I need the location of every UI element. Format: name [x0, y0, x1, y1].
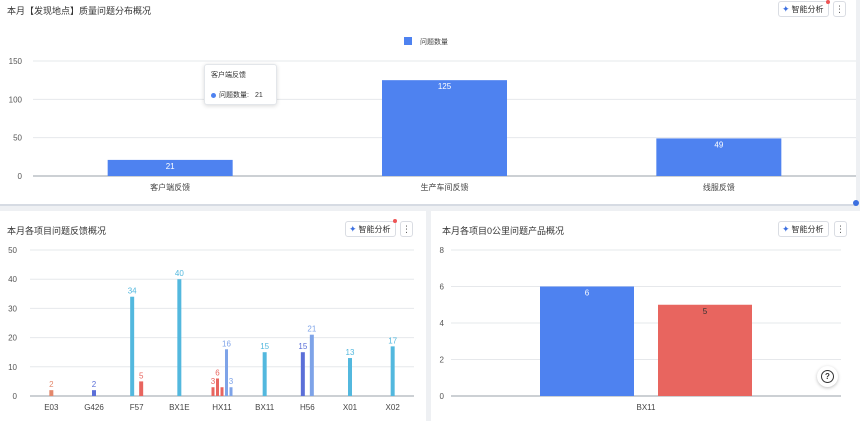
- bar-value-label: 2: [92, 380, 97, 389]
- bar-value-label: 15: [260, 342, 269, 351]
- legend-label: 问题数量: [420, 37, 448, 46]
- y-tick-label: 20: [8, 334, 17, 343]
- x-tick-label: H56: [300, 403, 315, 412]
- bar: [300, 352, 305, 396]
- zero-km-bar-chart: 0 2 4 6 8 6 5 BX11: [440, 246, 841, 412]
- x-tick-label: 生产车间反馈: [421, 182, 469, 192]
- x-tick-label: BX11: [637, 403, 657, 412]
- x-tick-label: HX11: [212, 403, 232, 412]
- bar: [390, 346, 395, 396]
- bar-value-label: 21: [166, 162, 175, 171]
- bar: [382, 80, 507, 176]
- y-tick-label: 6: [440, 283, 445, 292]
- bar-value-label: 49: [714, 140, 723, 149]
- y-tick-label: 50: [13, 134, 22, 143]
- bar-value-label: 34: [128, 287, 137, 296]
- x-tick-label: E03: [44, 403, 59, 412]
- x-tick-label: BX11: [255, 403, 275, 412]
- y-tick-label: 30: [8, 304, 17, 313]
- bar: [92, 390, 96, 396]
- bar: [216, 378, 219, 396]
- quality-location-panel: 本月【发现地点】质量问题分布概况 ✦ 智能分析 ⋮ 0 50 100 150 问题数量 2…: [0, 0, 856, 206]
- bar: [225, 349, 228, 396]
- quality-location-bar-chart: 0 50 100 150 问题数量 21 客户端反馈 125 生产车间反馈 49 线服反馈: [9, 37, 856, 192]
- bar: [309, 334, 314, 396]
- y-tick-label: 0: [13, 392, 18, 401]
- x-tick-label: X01: [343, 403, 358, 412]
- bar: [177, 279, 182, 396]
- y-tick-label: 0: [440, 392, 445, 401]
- bar-value-label: 5: [703, 307, 708, 316]
- x-tick-label: G426: [84, 403, 104, 412]
- y-tick-label: 0: [18, 172, 23, 181]
- bar: [229, 387, 233, 396]
- zero-km-panel: 本月各项目0公里问题产品概况 ✦ 智能分析 ⋮ 0 2 4 6 8 6 5 BX11: [431, 211, 860, 421]
- tooltip-value: 21: [254, 91, 263, 99]
- bar-value-label: 40: [175, 269, 184, 278]
- y-tick-label: 150: [9, 57, 23, 66]
- bar-value-label: 5: [139, 371, 144, 380]
- bar: [658, 304, 752, 396]
- bar-value-label: 6: [585, 289, 590, 298]
- bar-value-label: 17: [388, 336, 397, 345]
- y-tick-label: 4: [440, 319, 445, 328]
- legend-swatch: [404, 37, 412, 45]
- y-tick-label: 100: [9, 95, 23, 104]
- y-tick-label: 50: [8, 246, 17, 255]
- x-tick-label: X02: [386, 403, 401, 412]
- bar-value-label: 3: [229, 377, 234, 386]
- bar: [540, 286, 634, 396]
- x-tick-label: BX1E: [169, 403, 189, 412]
- y-tick-label: 10: [8, 363, 17, 372]
- bar: [139, 381, 144, 396]
- question-icon: ?: [821, 370, 834, 383]
- bar-value-label: 2: [49, 380, 54, 389]
- x-tick-label: F57: [130, 403, 144, 412]
- bar-value-label: 15: [298, 342, 307, 351]
- bar-value-label: 13: [346, 348, 355, 357]
- tooltip-label: 问题数量:: [219, 92, 249, 99]
- tooltip-title: 客户端反馈: [211, 72, 246, 79]
- y-tick-label: 40: [8, 275, 17, 284]
- bar: [130, 296, 135, 396]
- y-tick-label: 2: [440, 356, 445, 365]
- tooltip-series-dot: [211, 92, 216, 98]
- bar-value-label: 6: [215, 368, 220, 377]
- bar: [211, 387, 215, 396]
- resize-handle[interactable]: [853, 200, 859, 206]
- bar-value-label: 21: [307, 325, 316, 334]
- project-feedback-bar-chart: 0 10 20 30 40 50 E03 2 G426 2 F57 34 5 BX1E 40 HX11 36 16…: [8, 246, 414, 412]
- x-tick-label: 客户端反馈: [150, 182, 190, 192]
- bar: [348, 358, 352, 396]
- project-feedback-panel: 本月各项目问题反馈概况 ✦ 智能分析 ⋮ 0 10 20 30 40 50 E03 2 G426…: [0, 211, 426, 421]
- bar-value-label: 16: [222, 339, 231, 348]
- x-tick-label: 线服反馈: [703, 182, 735, 192]
- bar: [262, 352, 267, 396]
- y-tick-label: 8: [440, 246, 445, 255]
- bar: [49, 390, 54, 396]
- chart-tooltip: 客户端反馈 问题数量: 21: [204, 64, 277, 105]
- help-button[interactable]: ?: [817, 366, 838, 387]
- bar-value-label: 3: [211, 377, 216, 386]
- bar-value-label: 125: [438, 82, 452, 91]
- bar: [220, 387, 224, 396]
